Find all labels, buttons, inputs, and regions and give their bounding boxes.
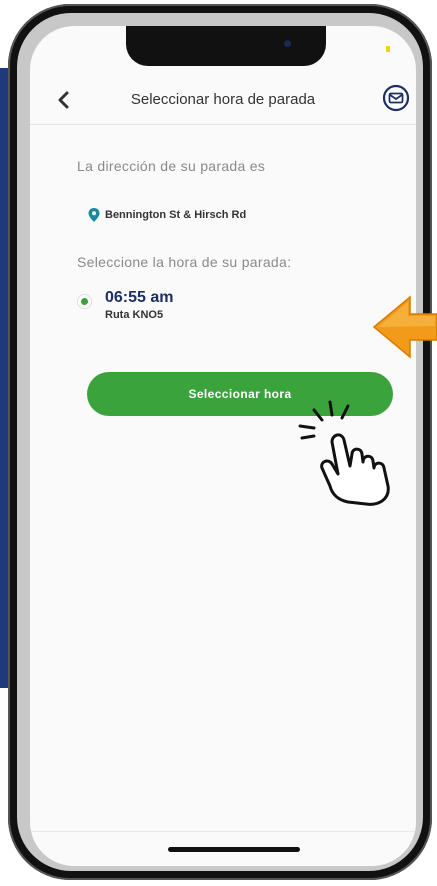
navigation-bar: Seleccionar hora de parada [30,78,416,125]
page-title: Seleccionar hora de parada [130,91,316,108]
time-option-route: Ruta KNO5 [105,309,164,321]
hand-tap-icon [298,400,390,506]
address-row: Bennington St & Hirsch Rd [88,208,246,222]
address-label: La dirección de su parada es [77,158,266,174]
address-text: Bennington St & Hirsch Rd [105,209,247,221]
time-option[interactable]: 06:55 am Ruta KNO5 [78,289,174,321]
select-time-label: Seleccione la hora de su parada: [77,254,292,270]
radio-selected-dot [81,298,88,305]
camera-dot [284,40,291,47]
bottom-divider [30,831,416,832]
status-indicator [386,46,390,52]
mail-icon[interactable] [382,84,410,112]
time-option-details: 06:55 am Ruta KNO5 [105,289,174,321]
arrow-pointer-icon [372,295,437,359]
location-pin-icon [88,208,100,222]
home-indicator[interactable] [168,847,300,852]
time-option-radio[interactable] [78,295,91,308]
notch [126,26,326,66]
time-option-time: 06:55 am [105,289,174,306]
